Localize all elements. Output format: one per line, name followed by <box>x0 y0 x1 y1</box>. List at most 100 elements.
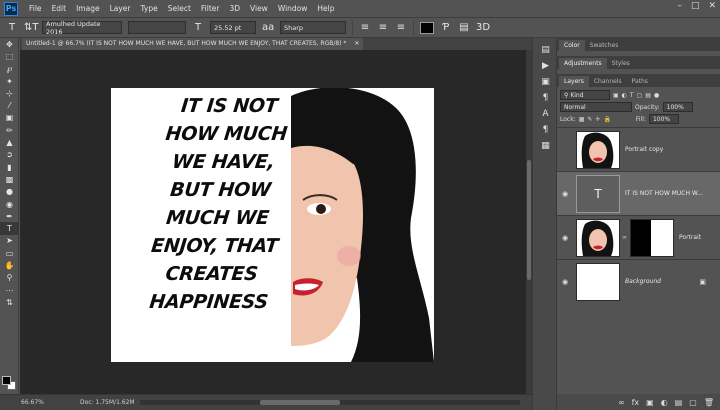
hand-tool-icon[interactable]: ✋ <box>0 259 19 271</box>
text-orientation-icon[interactable]: ⇅T <box>24 22 39 33</box>
pen-tool-icon[interactable]: ✒ <box>0 210 19 222</box>
add-mask-icon[interactable]: ▣ <box>646 398 654 407</box>
text-color-swatch[interactable] <box>420 21 434 34</box>
eyedropper-tool-icon[interactable]: ⁄ <box>0 99 19 111</box>
glyphs-icon[interactable]: ▦ <box>533 138 558 154</box>
smart-object-filter-icon[interactable]: ▤ <box>645 92 651 99</box>
layer-name[interactable]: IT IS NOT HOW MUCH W... <box>625 190 703 197</box>
foreground-color-swatch[interactable] <box>2 376 11 385</box>
menu-layer[interactable]: Layer <box>105 4 136 13</box>
paragraph-styles-icon[interactable]: ¶ <box>533 90 558 106</box>
layer-row[interactable]: ◉ T IT IS NOT HOW MUCH W... <box>557 171 720 215</box>
color-swatches[interactable] <box>2 376 16 390</box>
align-right-icon[interactable]: ≡ <box>395 22 407 33</box>
history-icon[interactable]: ▤ <box>533 42 558 58</box>
type-tool-icon[interactable]: T <box>0 222 19 235</box>
menu-type[interactable]: Type <box>136 4 163 13</box>
eraser-tool-icon[interactable]: ▮ <box>0 161 19 173</box>
brush-tool-icon[interactable]: ✏ <box>0 124 19 136</box>
tab-color[interactable]: Color <box>559 40 585 51</box>
link-icon[interactable]: ∞ <box>622 234 627 241</box>
scroll-thumb[interactable] <box>527 160 531 280</box>
color-swap-icon[interactable]: ⇅ <box>0 296 19 308</box>
zoom-tool-icon[interactable]: ⚲ <box>0 272 19 284</box>
font-style-select[interactable] <box>128 21 186 34</box>
type-filter-icon[interactable]: T <box>630 92 634 99</box>
menu-edit[interactable]: Edit <box>47 4 72 13</box>
opacity-input[interactable]: 100% <box>662 102 693 112</box>
tab-channels[interactable]: Channels <box>589 76 627 87</box>
filter-kind-select[interactable]: ⚲ Kind <box>560 90 610 100</box>
minimize-icon[interactable]: – <box>677 1 682 11</box>
horizontal-scrollbar[interactable] <box>140 400 520 405</box>
tab-swatches[interactable]: Swatches <box>585 40 624 51</box>
maximize-icon[interactable]: □ <box>691 1 700 11</box>
new-layer-icon[interactable]: ▢ <box>689 398 697 407</box>
crop-tool-icon[interactable]: ⊹ <box>0 87 19 99</box>
menu-file[interactable]: File <box>24 4 47 13</box>
layer-name[interactable]: Portrait <box>679 234 701 241</box>
delete-layer-icon[interactable]: 🗑 <box>704 398 714 407</box>
font-size-select[interactable]: 25.52 pt <box>210 21 256 34</box>
adjustment-filter-icon[interactable]: ◐ <box>622 92 627 99</box>
filter-toggle-icon[interactable]: ● <box>654 92 659 99</box>
more-tools-icon[interactable]: ⋯ <box>0 284 19 296</box>
close-icon[interactable]: ✕ <box>708 1 716 11</box>
eye-icon[interactable]: ◉ <box>557 234 573 242</box>
lock-all-icon[interactable]: 🔒 <box>603 116 610 123</box>
3d-icon[interactable]: 3D <box>476 22 490 33</box>
eye-icon[interactable]: ◉ <box>557 190 573 198</box>
character-icon[interactable]: A <box>533 106 558 122</box>
layer-row[interactable]: ◉ ∞ Portrait <box>557 215 720 259</box>
lock-image-icon[interactable]: ✎ <box>587 116 592 123</box>
layer-mask-thumbnail[interactable] <box>630 218 674 257</box>
blur-tool-icon[interactable]: ● <box>0 186 19 198</box>
menu-select[interactable]: Select <box>163 4 196 13</box>
menu-view[interactable]: View <box>245 4 273 13</box>
menu-window[interactable]: Window <box>273 4 313 13</box>
quick-select-tool-icon[interactable]: ✦ <box>0 75 19 87</box>
zoom-level[interactable]: 66.67% <box>21 399 55 406</box>
marquee-tool-icon[interactable]: ⬚ <box>0 50 19 62</box>
scroll-thumb[interactable] <box>260 400 340 405</box>
font-family-select[interactable]: Amulhed Update 2016 <box>42 20 122 36</box>
layer-name[interactable]: Background <box>625 278 661 285</box>
menu-3d[interactable]: 3D <box>224 4 245 13</box>
layer-row[interactable]: ◉ Background ▣ <box>557 259 720 303</box>
path-select-tool-icon[interactable]: ➤ <box>0 235 19 247</box>
menu-image[interactable]: Image <box>71 4 105 13</box>
add-style-icon[interactable]: fx <box>632 398 640 407</box>
eye-icon[interactable]: ◉ <box>557 278 573 286</box>
tab-styles[interactable]: Styles <box>607 58 635 69</box>
healing-brush-tool-icon[interactable]: ▣ <box>0 112 19 124</box>
lasso-tool-icon[interactable]: ℘ <box>0 63 19 75</box>
align-center-icon[interactable]: ≡ <box>377 22 389 33</box>
shape-tool-icon[interactable]: ▭ <box>0 247 19 259</box>
layer-name[interactable]: Portrait copy <box>625 146 663 153</box>
antialias-select[interactable]: Sharp <box>280 21 346 34</box>
lock-position-icon[interactable]: ✛ <box>595 116 600 123</box>
paragraph-icon[interactable]: ¶ <box>533 122 558 138</box>
warp-text-icon[interactable]: Ƥ <box>440 22 452 33</box>
tab-layers[interactable]: Layers <box>559 76 589 87</box>
document-canvas[interactable]: IT IS NOT HOW MUCH WE HAVE, BUT HOW MUCH… <box>111 88 434 362</box>
align-left-icon[interactable]: ≡ <box>359 22 371 33</box>
blend-mode-select[interactable]: Normal <box>560 102 632 112</box>
properties-icon[interactable]: ▣ <box>533 74 558 90</box>
clone-stamp-tool-icon[interactable]: ▲ <box>0 136 19 148</box>
lock-transparent-icon[interactable]: ▦ <box>579 116 585 123</box>
type-tool-icon[interactable]: T <box>6 22 18 33</box>
fill-input[interactable]: 100% <box>648 114 679 124</box>
tab-paths[interactable]: Paths <box>627 76 653 87</box>
tab-adjustments[interactable]: Adjustments <box>559 58 607 69</box>
dodge-tool-icon[interactable]: ◉ <box>0 198 19 210</box>
gradient-tool-icon[interactable]: ▩ <box>0 173 19 185</box>
actions-icon[interactable]: ▶ <box>533 58 558 74</box>
document-tab[interactable]: Untitled-1 @ 66.7% (IT IS NOT HOW MUCH W… <box>22 38 364 50</box>
adjustment-layer-icon[interactable]: ◐ <box>661 398 668 407</box>
quote-text-layer[interactable]: IT IS NOT HOW MUCH WE HAVE, BUT HOW MUCH… <box>127 92 311 316</box>
close-tab-icon[interactable]: ✕ <box>354 40 359 47</box>
move-tool-icon[interactable]: ✥ <box>0 38 19 50</box>
menu-filter[interactable]: Filter <box>196 4 225 13</box>
link-layers-icon[interactable]: ∞ <box>618 398 625 407</box>
